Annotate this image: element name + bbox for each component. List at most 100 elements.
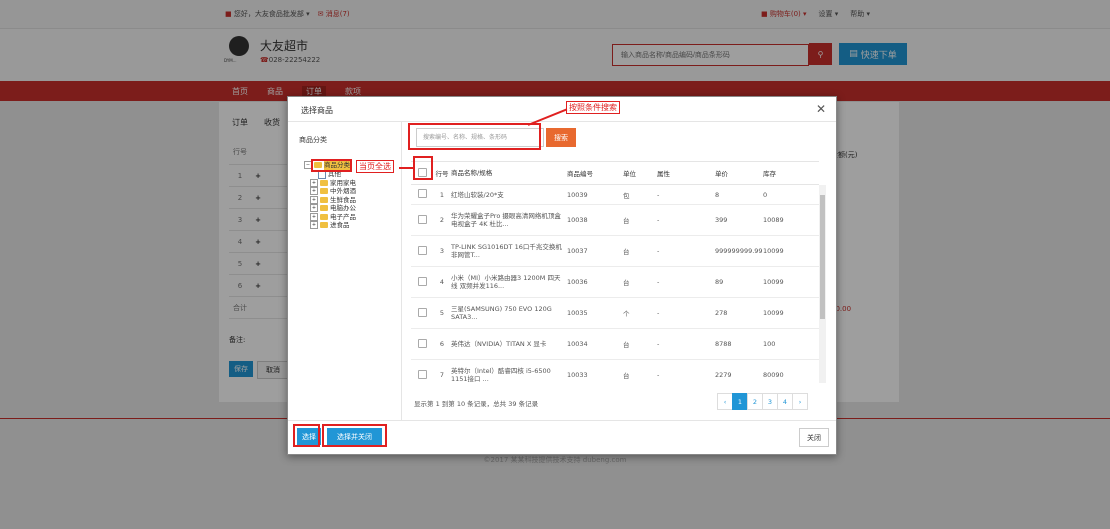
page-4[interactable]: 4 (777, 393, 793, 410)
tree-item[interactable]: + 电脑办公 (304, 204, 356, 213)
row-unit: 包 (623, 191, 630, 200)
row-unit: 个 (623, 310, 630, 318)
page-1[interactable]: 1 (732, 393, 748, 410)
divider (288, 420, 836, 421)
page-2[interactable]: 2 (747, 393, 763, 410)
expand-icon[interactable]: + (310, 187, 318, 196)
row-product-name: 三星(SAMSUNG) 750 EVO 120G SATA3... (451, 305, 552, 321)
row-stock: 10089 (763, 216, 784, 224)
table-row[interactable]: 6 英伟达（NVIDIA）TITAN X 显卡 10034 台 - 8788 1… (411, 329, 819, 360)
row-product-code: 10033 (567, 371, 588, 379)
expand-icon[interactable]: + (310, 204, 318, 213)
row-product-code: 10036 (567, 278, 588, 286)
expand-icon[interactable]: + (310, 221, 318, 230)
annotation-filter-label: 按照条件搜索 (566, 101, 620, 114)
row-unit: 台 (623, 248, 630, 256)
row-index: 6 (439, 340, 445, 348)
pager-info: 显示第 1 到第 10 条记录，总共 39 条记录 (414, 400, 539, 408)
table-row[interactable]: 4 小米（MI）小米路由器3 1200M 四天线 双频并发116... 1003… (411, 267, 819, 298)
grid-header: 行号 商品名称/规格 商品编号 单位 属性 单价 库存 (411, 162, 819, 185)
page-next[interactable]: › (792, 393, 808, 410)
modal-title: 选择商品 (301, 106, 333, 115)
expand-icon[interactable]: + (310, 212, 318, 221)
row-checkbox[interactable] (417, 307, 427, 317)
row-index: 3 (439, 247, 445, 255)
annotation-box-select-close (322, 424, 387, 447)
row-product-name: 英特尔（Intel）酷睿四核 i5-6500 1151接口 ... (451, 367, 551, 383)
row-attribute: - (657, 371, 660, 379)
tree-item[interactable]: + 家用家电 (304, 179, 356, 188)
category-label: 商品分类 (299, 136, 327, 144)
tree-item-label: 电子产品 (330, 212, 356, 221)
row-attribute: - (657, 278, 660, 286)
folder-icon (320, 213, 328, 220)
row-price: 89 (715, 278, 724, 286)
page-3[interactable]: 3 (762, 393, 778, 410)
annotation-arrow (399, 167, 413, 169)
table-row[interactable]: 1 红塔山软装/20*支 10039 包 - 8 0 (411, 185, 819, 205)
row-checkbox[interactable] (417, 189, 427, 198)
row-product-name: 红塔山软装/20*支 (451, 190, 504, 199)
folder-icon (320, 196, 328, 203)
row-checkbox[interactable] (417, 245, 427, 255)
row-product-name: 华为荣耀盒子Pro 摄眼高清网络机顶盒 电视盒子 4K 杜比... (451, 212, 561, 228)
row-price: 399 (715, 216, 728, 224)
row-unit: 台 (623, 217, 630, 225)
col-stock: 库存 (763, 170, 776, 178)
row-product-name: 英伟达（NVIDIA）TITAN X 显卡 (451, 340, 547, 348)
divider (288, 121, 836, 122)
table-row[interactable]: 3 TP-LINK SG1016DT 16口千兆交换机 非网管T... 1003… (411, 236, 819, 267)
row-checkbox[interactable] (417, 214, 427, 224)
close-button[interactable]: 关闭 (799, 428, 829, 447)
row-unit: 台 (623, 372, 630, 380)
annotation-select-all-label: 当页全选 (356, 160, 394, 173)
row-price: 8 (715, 190, 720, 199)
row-stock: 10099 (763, 309, 784, 317)
tree-item[interactable]: + 生鲜食品 (304, 196, 356, 205)
row-checkbox[interactable] (417, 338, 427, 348)
row-price: 8788 (715, 340, 732, 348)
folder-icon (320, 205, 328, 212)
col-row-number: 行号 (435, 170, 449, 178)
table-row[interactable]: 2 华为荣耀盒子Pro 摄眼高清网络机顶盒 电视盒子 4K 杜比... 1003… (411, 205, 819, 236)
filter-search-button[interactable]: 搜索 (546, 128, 576, 147)
tree-item-label: 电脑办公 (330, 204, 356, 212)
row-product-code: 10038 (567, 216, 588, 224)
row-index: 2 (439, 216, 445, 224)
row-unit: 台 (623, 279, 630, 287)
annotation-box-filter (408, 123, 541, 150)
table-row[interactable]: 5 三星(SAMSUNG) 750 EVO 120G SATA3... 1003… (411, 298, 819, 329)
row-checkbox[interactable] (417, 369, 427, 379)
row-stock: 10099 (763, 247, 784, 255)
folder-icon (320, 179, 328, 186)
row-stock: 80090 (763, 371, 784, 379)
row-unit: 台 (623, 341, 630, 349)
grid-scrollbar-thumb[interactable] (820, 195, 825, 319)
row-attribute: - (657, 309, 660, 317)
row-attribute: - (657, 190, 660, 199)
tree-item[interactable]: + 进食品 (304, 221, 356, 230)
table-row[interactable]: 7 英特尔（Intel）酷睿四核 i5-6500 1151接口 ... 1003… (411, 360, 819, 384)
col-price: 单价 (715, 170, 728, 178)
row-stock: 100 (763, 340, 776, 348)
expand-icon[interactable]: + (310, 195, 318, 204)
page-prev[interactable]: ‹ (717, 393, 733, 410)
tree-item-label: 家用家电 (330, 178, 356, 187)
row-stock: 0 (763, 190, 768, 199)
row-price: 278 (715, 309, 728, 317)
row-attribute: - (657, 247, 660, 255)
tree-item[interactable]: + 中外烟酒 (304, 187, 356, 196)
row-checkbox[interactable] (417, 276, 427, 286)
col-unit: 单位 (623, 170, 636, 178)
pagination: ‹ 1 2 3 4 › (717, 393, 808, 410)
row-index: 1 (439, 190, 445, 199)
row-product-code: 10034 (567, 340, 588, 348)
col-code: 商品编号 (567, 170, 593, 178)
annotation-box-tree-root (311, 159, 352, 172)
select-product-modal: 选择商品 ✕ 商品分类 搜索编号、名称、规格、条形码 搜索 − 商品分类 其他 +… (287, 96, 837, 455)
row-price: 999999999.99 (715, 247, 763, 255)
close-icon[interactable]: ✕ (816, 102, 826, 116)
expand-icon[interactable]: + (310, 178, 318, 187)
tree-item[interactable]: + 电子产品 (304, 213, 356, 222)
row-product-code: 10037 (567, 247, 588, 255)
